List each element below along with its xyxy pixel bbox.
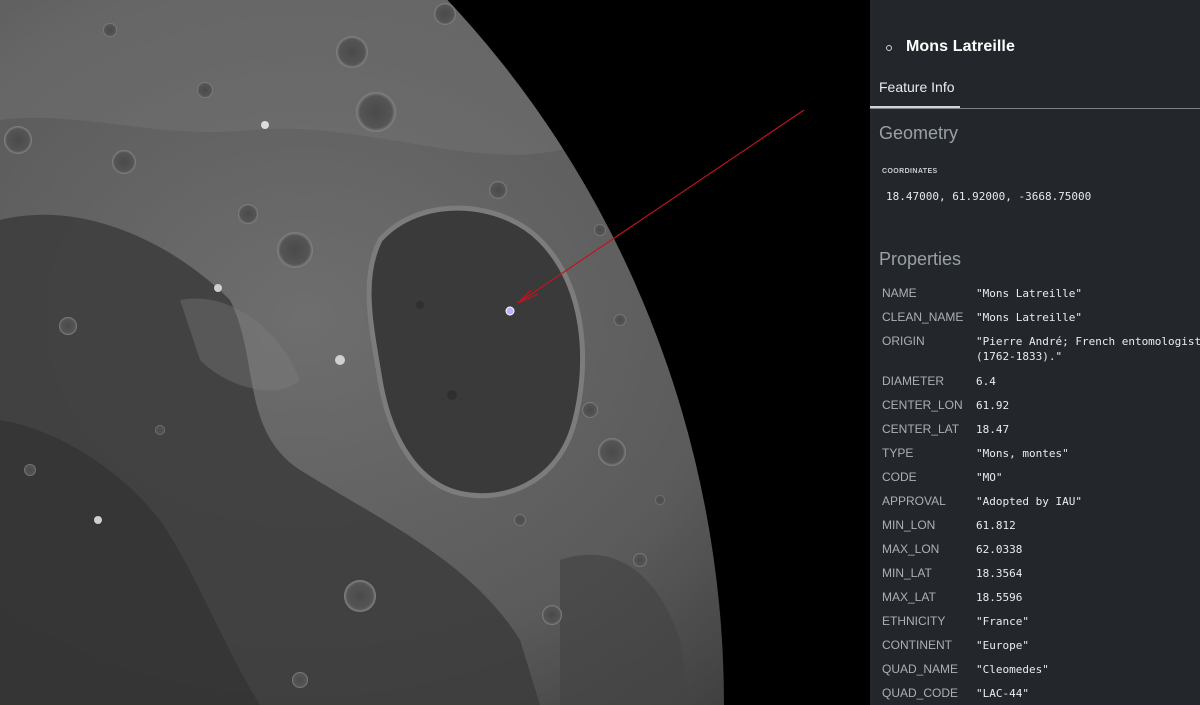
map-marker-icon[interactable]	[505, 306, 515, 316]
property-value-line: "Pierre André; French entomologist	[976, 335, 1200, 348]
tab-feature-info[interactable]: Feature Info	[870, 76, 960, 108]
properties-heading: Properties	[879, 249, 962, 269]
property-row: QUAD_CODE "LAC-44"	[870, 680, 1200, 704]
property-row: APPROVAL "Adopted by IAU"	[870, 488, 1200, 512]
property-key: APPROVAL	[882, 494, 946, 508]
moon-map-viewer[interactable]	[0, 0, 870, 705]
property-row: TYPE "Mons, montes"	[870, 440, 1200, 464]
property-value: "France"	[976, 615, 1029, 628]
property-value: 18.3564	[976, 567, 1023, 580]
property-row: CLEAN_NAME "Mons Latreille"	[870, 304, 1200, 328]
property-key: ORIGIN	[882, 334, 925, 348]
property-key: ETHNICITY	[882, 614, 946, 628]
property-row: MAX_LON 62.0338	[870, 536, 1200, 560]
property-value: 62.0338	[976, 543, 1023, 556]
property-key: TYPE	[882, 446, 914, 460]
property-row: MIN_LON 61.812	[870, 512, 1200, 536]
property-row: ORIGIN "Pierre André; French entomologis…	[870, 328, 1200, 368]
property-row: MAX_LAT 18.5596	[870, 584, 1200, 608]
property-row: MIN_LAT 18.3564	[870, 560, 1200, 584]
property-key: CENTER_LON	[882, 398, 963, 412]
coordinates-label: COORDINATES	[882, 168, 938, 175]
property-key: CENTER_LAT	[882, 422, 960, 436]
property-row: QUAD_NAME "Cleomedes"	[870, 656, 1200, 680]
property-key: CODE	[882, 470, 917, 484]
feature-title: Mons Latreille	[906, 38, 1015, 55]
property-value: "Pierre André; French entomologist (1762-…	[976, 334, 1200, 364]
property-value: "MO"	[976, 471, 1003, 484]
property-row: ETHNICITY "France"	[870, 608, 1200, 632]
property-row: CODE "MO"	[870, 464, 1200, 488]
property-key: QUAD_CODE	[882, 686, 959, 700]
property-key: CONTINENT	[882, 638, 952, 652]
property-key: MAX_LAT	[882, 590, 936, 604]
property-key: MIN_LAT	[882, 566, 932, 580]
property-row: CONTINENT "Europe"	[870, 632, 1200, 656]
property-key: MAX_LON	[882, 542, 940, 556]
tab-divider	[870, 108, 1200, 109]
property-value: 6.4	[976, 375, 996, 388]
feature-info-panel: Mons Latreille Feature Info Geometry COO…	[870, 0, 1200, 705]
property-key: CLEAN_NAME	[882, 310, 964, 324]
property-value: "LAC-44"	[976, 687, 1029, 700]
geometry-heading: Geometry	[879, 123, 959, 143]
property-row: NAME "Mons Latreille"	[870, 280, 1200, 304]
property-value: 18.47	[976, 423, 1010, 436]
panel-header: Mons Latreille	[870, 0, 1200, 70]
property-row: DIAMETER 6.4	[870, 368, 1200, 392]
property-value: "Cleomedes"	[976, 663, 1049, 676]
property-key: QUAD_NAME	[882, 662, 959, 676]
property-value: "Mons Latreille"	[976, 311, 1082, 324]
coordinates-value: 18.47000, 61.92000, -3668.75000	[886, 190, 1092, 203]
property-key: DIAMETER	[882, 374, 945, 388]
property-key: MIN_LON	[882, 518, 936, 532]
property-key: NAME	[882, 286, 917, 300]
property-value: "Adopted by IAU"	[976, 495, 1082, 508]
property-value: "Mons Latreille"	[976, 287, 1082, 300]
property-value: 18.5596	[976, 591, 1023, 604]
property-value: "Mons, montes"	[976, 447, 1069, 460]
circle-bullet-icon	[886, 45, 892, 51]
property-row: CENTER_LON 61.92	[870, 392, 1200, 416]
properties-table: NAME "Mons Latreille" CLEAN_NAME "Mons L…	[870, 280, 1200, 704]
property-row: CENTER_LAT 18.47	[870, 416, 1200, 440]
moon-surface-map[interactable]	[0, 0, 870, 705]
property-value: 61.92	[976, 399, 1010, 412]
property-value: "Europe"	[976, 639, 1029, 652]
property-value: 61.812	[976, 519, 1016, 532]
property-value-line: (1762-1833)."	[976, 350, 1063, 363]
